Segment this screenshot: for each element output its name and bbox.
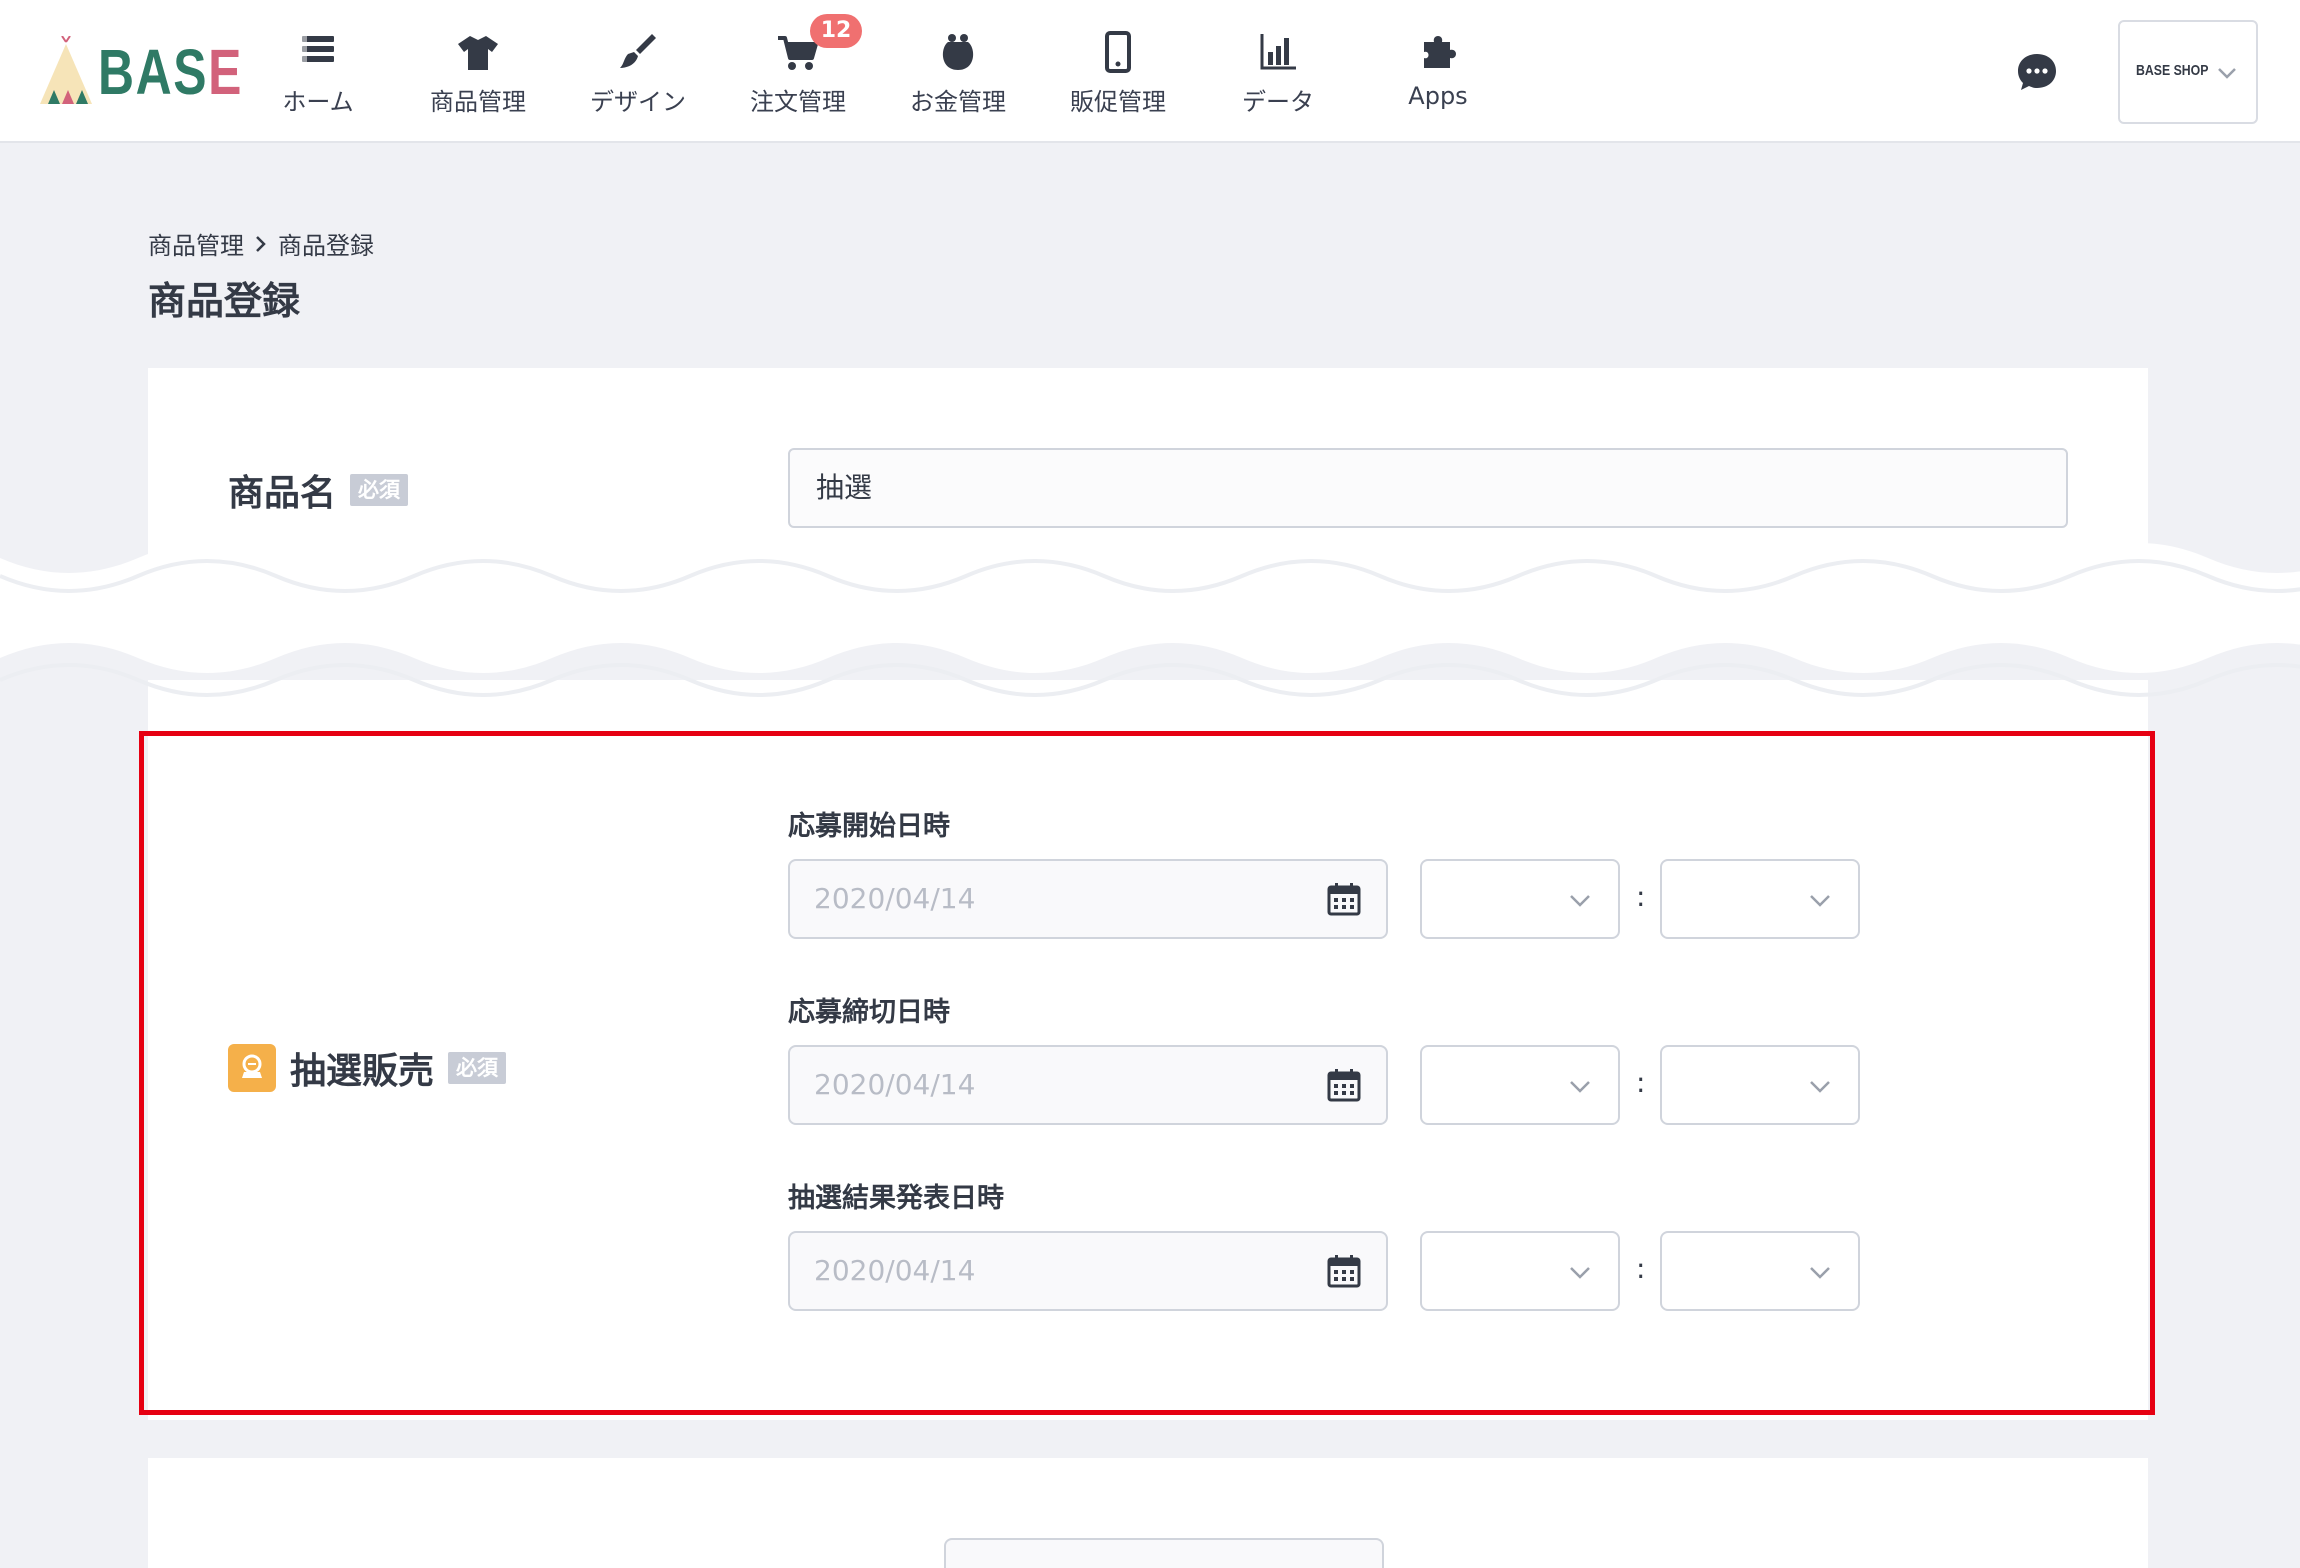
nav-item-data[interactable]: データ [1198,0,1358,143]
chevron-down-icon [2218,68,2236,79]
entry-start-minute-select[interactable] [1660,859,1860,939]
nav-label: ホーム [282,88,354,116]
date-value: 2020/04/14 [814,1254,976,1287]
chevron-down-icon [1810,1267,1830,1279]
chevron-down-icon [1810,895,1830,907]
nav-label: 商品管理 [430,88,526,116]
tshirt-icon [458,36,498,70]
money-purse-icon [942,34,974,70]
wave-divider [0,543,2300,697]
time-separator: : [1636,880,1646,913]
entry-start-label: 応募開始日時 [788,811,950,842]
chevron-down-icon [1570,1267,1590,1279]
product-name-input[interactable]: 抽選 [788,448,2068,528]
base-logo[interactable]: BASE [38,35,241,108]
nav-item-promotion[interactable]: 販促管理 [1038,0,1198,143]
entry-end-date-input[interactable]: 2020/04/14 [788,1045,1388,1125]
breadcrumb: 商品管理 商品登録 [148,226,374,261]
result-announce-hour-select[interactable] [1420,1231,1620,1311]
product-name-label: 商品名 必須 [228,464,409,516]
calendar-icon[interactable] [1326,881,1362,917]
lottery-sale-label: 抽選販売 必須 [228,1042,507,1094]
entry-start-hour-select[interactable] [1420,859,1620,939]
nav-item-design[interactable]: デザイン [558,0,718,143]
top-header: BASE ホーム 商品管理 デザイン 12 注文管理 お金管理 販促管理 データ… [0,0,2300,143]
nav-label: 注文管理 [750,88,846,116]
bar-chart-icon [1260,34,1296,70]
page-title: 商品登録 [148,279,301,323]
logo-text: BASE [98,36,243,108]
home-list-icon [302,36,334,62]
shop-switcher-button[interactable]: BASE SHOP [2118,20,2258,124]
time-separator: : [1636,1066,1646,1099]
paintbrush-icon [620,34,656,68]
date-value: 2020/04/14 [814,1068,976,1101]
nav-label: 販促管理 [1070,88,1166,116]
chevron-right-icon [256,235,266,252]
chat-bubble-icon[interactable] [2017,52,2057,92]
lottery-ticket-icon [228,1044,276,1092]
required-badge: 必須 [448,1052,507,1084]
puzzle-icon [1424,36,1456,68]
smartphone-icon [1105,31,1131,73]
entry-end-hour-select[interactable] [1420,1045,1620,1125]
nav-item-products[interactable]: 商品管理 [398,0,558,143]
tent-logo-icon [40,35,92,104]
result-announce-minute-select[interactable] [1660,1231,1860,1311]
nav-item-apps[interactable]: Apps [1358,0,1518,143]
entry-start-date-input[interactable]: 2020/04/14 [788,859,1388,939]
chevron-down-icon [1810,1081,1830,1093]
calendar-icon[interactable] [1326,1253,1362,1289]
breadcrumb-current: 商品登録 [278,232,374,260]
result-announce-label: 抽選結果発表日時 [788,1183,1004,1214]
chevron-down-icon [1570,895,1590,907]
next-section-card [148,1458,2148,1568]
orders-count-badge: 12 [810,14,862,48]
time-separator: : [1636,1252,1646,1285]
chevron-down-icon [1570,1081,1590,1093]
entry-end-label: 応募締切日時 [788,997,950,1028]
shop-name: BASE SHOP [2136,62,2209,79]
next-field-label-clipped [788,1540,948,1568]
calendar-icon[interactable] [1326,1067,1362,1103]
nav-item-orders[interactable]: 12 注文管理 [718,0,878,143]
nav-item-money[interactable]: お金管理 [878,0,1038,143]
date-value: 2020/04/14 [814,882,976,915]
nav-label: お金管理 [910,88,1006,116]
nav-label: データ [1242,88,1314,116]
required-badge: 必須 [350,474,409,506]
result-announce-date-input[interactable]: 2020/04/14 [788,1231,1388,1311]
nav-label: デザイン [590,88,686,116]
entry-end-minute-select[interactable] [1660,1045,1860,1125]
next-field-input-clipped[interactable] [944,1538,1384,1568]
nav-item-home[interactable]: ホーム [238,0,398,143]
nav-label: Apps [1408,82,1468,110]
breadcrumb-parent-link[interactable]: 商品管理 [148,226,244,261]
